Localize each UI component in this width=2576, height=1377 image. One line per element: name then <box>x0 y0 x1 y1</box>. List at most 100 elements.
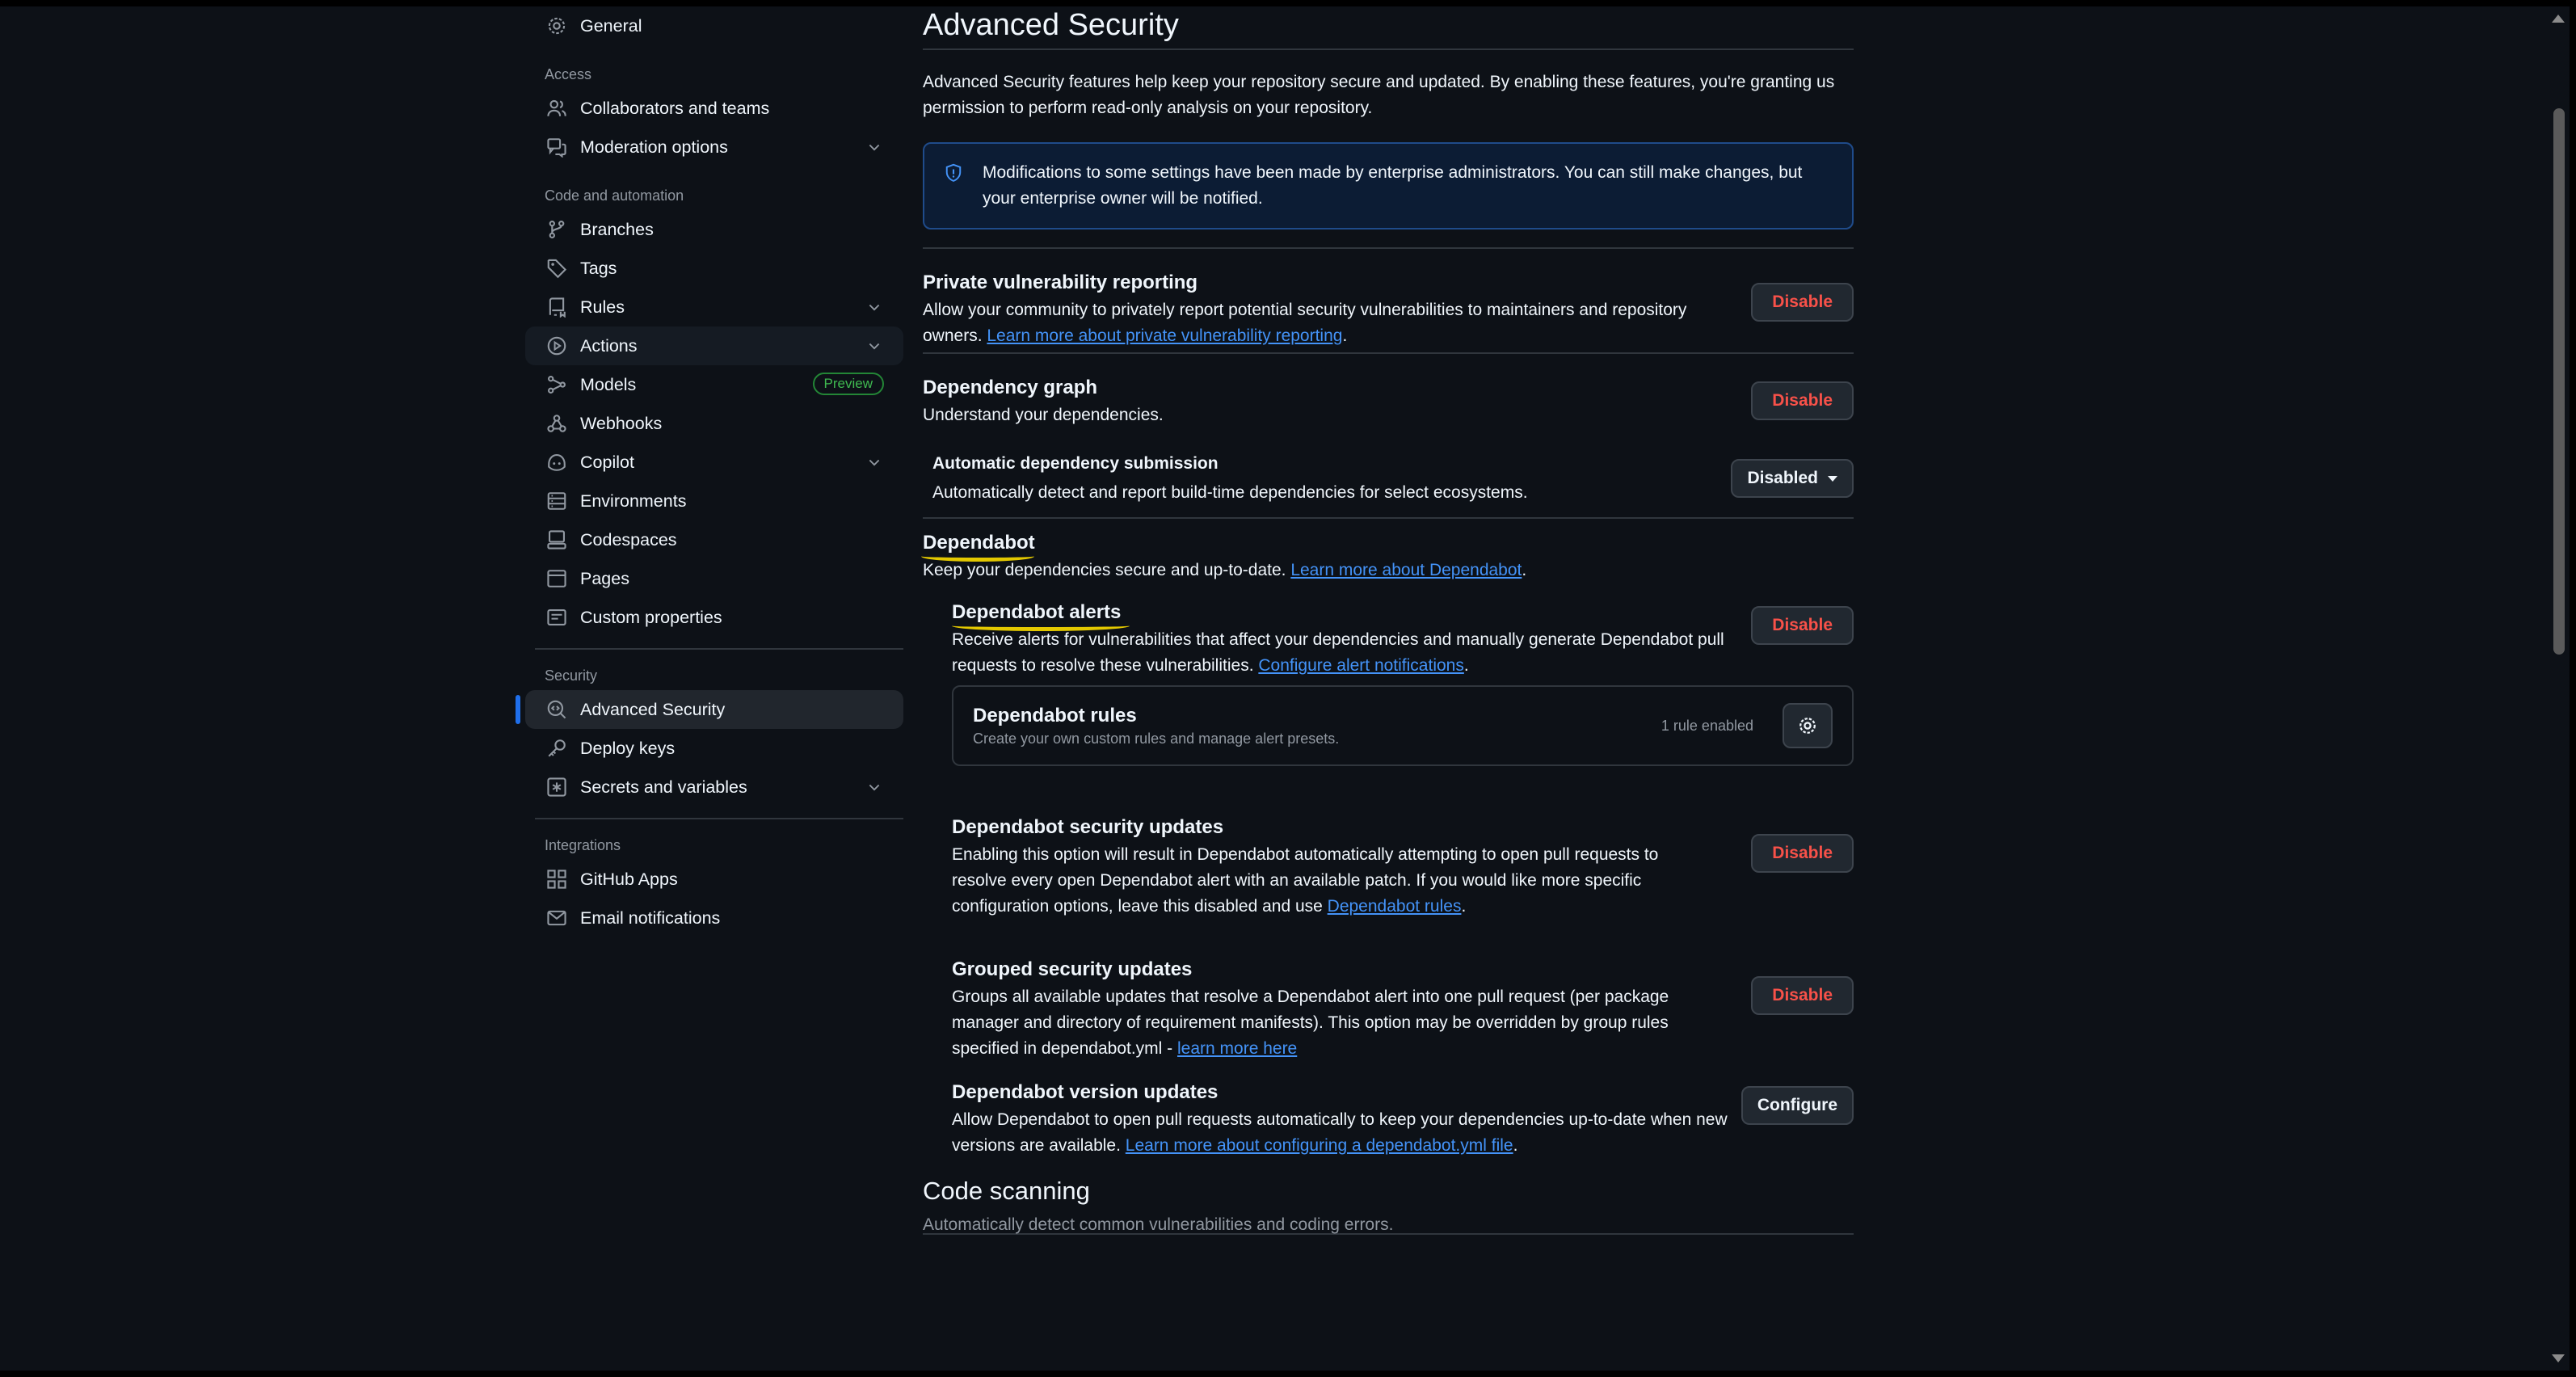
code-scanning-section: Code scanning Automatically detect commo… <box>923 1177 1854 1234</box>
rules-settings-button[interactable] <box>1783 703 1833 748</box>
dependabot-alerts-disable-button[interactable]: Disable <box>1751 606 1854 645</box>
sidebar-item-moderation[interactable]: Moderation options <box>525 128 903 166</box>
dependabot-rules-description: Create your own custom rules and manage … <box>973 731 1340 747</box>
nav-group-access: Access <box>545 65 592 82</box>
auto-dep-description: Automatically detect and report build-ti… <box>932 483 1528 502</box>
security-updates-desc-text: Enabling this option will result in Depe… <box>952 845 1659 916</box>
sidebar-item-advanced-security[interactable]: Advanced Security <box>516 690 903 729</box>
highlight-mark <box>952 621 1130 631</box>
gear-icon <box>545 14 569 38</box>
auto-dependency-submission-section: Automatic dependency submission Automati… <box>932 454 1854 517</box>
configure-alert-notifications-link[interactable]: Configure alert notifications <box>1258 656 1463 675</box>
dependency-graph-disable-button[interactable]: Disable <box>1751 381 1854 420</box>
codescan-icon <box>545 697 569 722</box>
sidebar-item-pages[interactable]: Pages <box>525 559 903 598</box>
sidebar-item-copilot[interactable]: Copilot <box>525 443 903 482</box>
vertical-scrollbar[interactable] <box>2547 6 2570 1371</box>
sidebar-item-branches[interactable]: Branches <box>525 210 903 249</box>
sidebar-item-label: GitHub Apps <box>580 869 678 889</box>
sidebar-item-collaborators[interactable]: Collaborators and teams <box>525 89 903 128</box>
sidebar-item-github-apps[interactable]: GitHub Apps <box>525 860 903 899</box>
dependabot-version-updates-section: Dependabot version updates Allow Dependa… <box>952 1081 1854 1177</box>
dependency-graph-title: Dependency graph <box>923 377 1098 398</box>
dependabot-desc-text: Keep your dependencies secure and up-to-… <box>923 561 1291 579</box>
version-updates-configure-button[interactable]: Configure <box>1740 1086 1854 1125</box>
sidebar-divider <box>535 648 903 650</box>
grouped-security-updates-section: Grouped security updates Groups all avai… <box>952 958 1854 1080</box>
dependabot-alerts-description: Receive alerts for vulnerabilities that … <box>952 630 1724 675</box>
sidebar-item-webhooks[interactable]: Webhooks <box>525 404 903 443</box>
sidebar-item-environments[interactable]: Environments <box>525 482 903 520</box>
sidebar-item-general[interactable]: General <box>525 6 903 45</box>
browser-icon <box>545 566 569 591</box>
sidebar-item-label: Pages <box>580 568 629 588</box>
grouped-updates-disable-button[interactable]: Disable <box>1751 976 1854 1015</box>
divider <box>923 517 1854 519</box>
chevron-down-icon <box>869 459 880 466</box>
pvr-section: Private vulnerability reporting Allow yo… <box>923 272 1854 385</box>
notice-text: Modifications to some settings have been… <box>983 163 1803 208</box>
pvr-learn-more-link[interactable]: Learn more about private vulnerability r… <box>987 326 1342 345</box>
dependabot-rules-section: Dependabot rules Create your own custom … <box>923 685 1854 766</box>
sidebar-item-label: Moderation options <box>580 137 728 157</box>
nav-group-integrations: Integrations <box>545 836 621 853</box>
gear-icon <box>1799 718 1816 734</box>
scroll-down-arrow-icon[interactable] <box>2552 1354 2565 1362</box>
grouped-updates-description: Groups all available updates that resolv… <box>952 984 1679 1062</box>
sidebar-item-actions[interactable]: Actions <box>525 326 903 365</box>
sidebar-item-email-notifications[interactable]: Email notifications <box>525 899 903 937</box>
comment-discussion-icon <box>545 135 569 159</box>
pvr-disable-button[interactable]: Disable <box>1751 283 1854 322</box>
code-scanning-description: Automatically detect common vulnerabilit… <box>923 1215 1394 1234</box>
repo-push-icon <box>545 295 569 319</box>
webhook-icon <box>545 411 569 436</box>
grouped-updates-title: Grouped security updates <box>952 958 1193 980</box>
nav-group-security: Security <box>545 667 598 684</box>
divider <box>923 48 1854 50</box>
settings-page: General Access Collaborators and teams M… <box>0 6 2547 1371</box>
codespaces-icon <box>545 528 569 552</box>
version-updates-title: Dependabot version updates <box>952 1081 1219 1103</box>
sidebar-item-label: Tags <box>580 258 617 278</box>
dependency-graph-section: Dependency graph Understand your depende… <box>923 377 1854 454</box>
apps-icon <box>545 867 569 891</box>
auto-dep-dropdown[interactable]: Disabled <box>1731 459 1854 498</box>
code-scanning-title: Code scanning <box>923 1177 1090 1205</box>
dependabot-rules-box: Dependabot rules Create your own custom … <box>952 685 1854 766</box>
sidebar-item-label: Deploy keys <box>580 738 676 758</box>
sidebar-item-label: Custom properties <box>580 607 722 627</box>
sidebar-item-custom-properties[interactable]: Custom properties <box>525 598 903 637</box>
sidebar-item-tags[interactable]: Tags <box>525 249 903 288</box>
dependabot-rules-link[interactable]: Dependabot rules <box>1328 897 1462 916</box>
scrollbar-thumb[interactable] <box>2553 108 2565 655</box>
chevron-down-icon <box>869 343 880 350</box>
security-updates-disable-button[interactable]: Disable <box>1751 834 1854 873</box>
key-icon <box>545 736 569 760</box>
sidebar-divider <box>535 818 903 819</box>
rules-enabled-count: 1 rule enabled <box>1661 718 1753 734</box>
scroll-up-arrow-icon[interactable] <box>2552 15 2565 23</box>
dependabot-alerts-section: Dependabot alerts Receive alerts for vul… <box>952 601 1854 682</box>
intro-text: Advanced Security features help keep you… <box>923 73 1835 117</box>
sidebar-item-label: Email notifications <box>580 907 721 928</box>
configure-dependabot-yml-link[interactable]: Learn more about configuring a dependabo… <box>1126 1136 1513 1155</box>
server-icon <box>545 489 569 513</box>
pvr-title: Private vulnerability reporting <box>923 272 1198 293</box>
version-updates-description: Allow Dependabot to open pull requests a… <box>952 1110 1728 1155</box>
chevron-down-icon <box>869 144 880 151</box>
preview-badge: Preview <box>812 373 884 395</box>
sidebar-item-rules[interactable]: Rules <box>525 288 903 326</box>
dependency-graph-description: Understand your dependencies. <box>923 406 1164 424</box>
sidebar-item-codespaces[interactable]: Codespaces <box>525 520 903 559</box>
sidebar-item-models[interactable]: Models Preview <box>525 365 903 404</box>
learn-more-here-link[interactable]: learn more here <box>1177 1039 1297 1058</box>
play-icon <box>545 334 569 358</box>
pvr-description: Allow your community to privately report… <box>923 301 1687 345</box>
sidebar-item-deploy-keys[interactable]: Deploy keys <box>525 729 903 768</box>
sidebar-item-label: Codespaces <box>580 529 677 550</box>
sidebar-item-secrets[interactable]: Secrets and variables <box>525 768 903 806</box>
sidebar-item-label: Copilot <box>580 452 634 472</box>
auto-dep-title: Automatic dependency submission <box>932 454 1219 473</box>
enterprise-notice: Modifications to some settings have been… <box>923 142 1854 230</box>
dependabot-learn-more-link[interactable]: Learn more about Dependabot <box>1290 561 1522 579</box>
